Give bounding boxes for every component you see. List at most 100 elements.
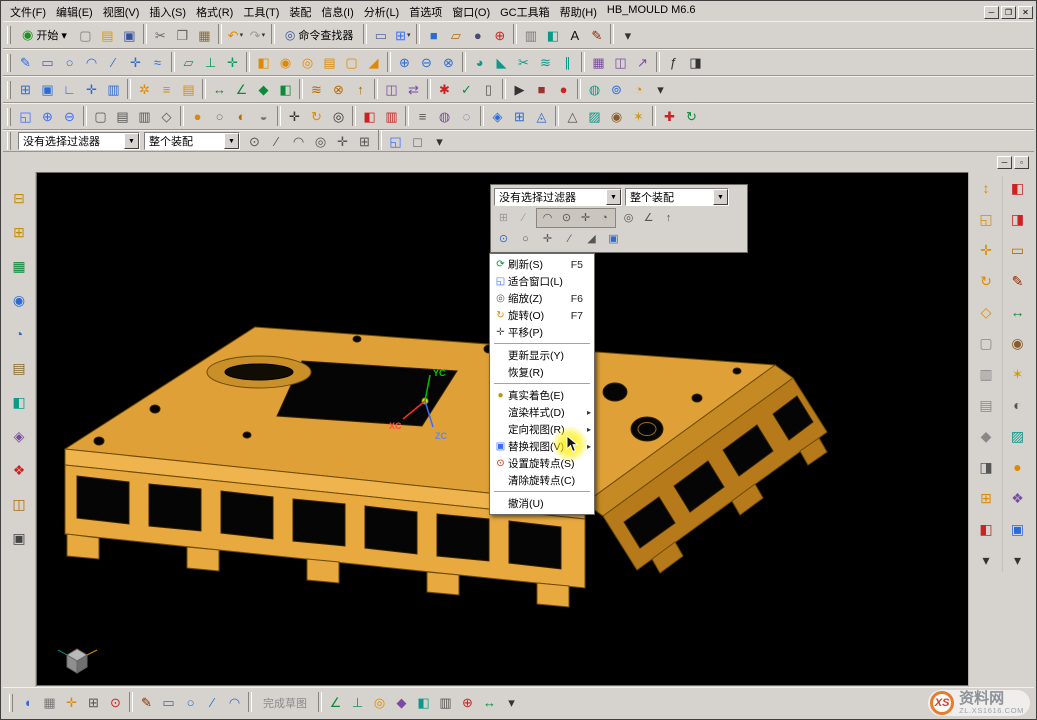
datum-axis-icon[interactable]: ⊥ bbox=[200, 52, 221, 74]
mirror-assembly-icon[interactable]: ◫ bbox=[381, 79, 402, 101]
section-analysis-icon[interactable]: ◧ bbox=[275, 79, 296, 101]
top-icon[interactable]: ▤ bbox=[973, 393, 999, 417]
snapshot-icon[interactable]: ◨ bbox=[973, 455, 999, 479]
zoom-in-out-icon[interactable]: ↕ bbox=[973, 176, 999, 200]
hd3d-tools-icon[interactable]: ◧ bbox=[6, 390, 32, 414]
enhance-icon[interactable]: ▨ bbox=[1005, 424, 1031, 448]
point-icon[interactable]: ✛ bbox=[125, 52, 146, 74]
pane-minimize-button[interactable]: ─ bbox=[997, 156, 1012, 169]
material-icon[interactable]: ◉ bbox=[606, 106, 627, 128]
layer-icon[interactable]: ▥ bbox=[520, 24, 541, 46]
grid-icon[interactable]: ▦ bbox=[39, 692, 60, 714]
show-hide-icon[interactable]: ◍ bbox=[434, 106, 455, 128]
refresh-icon[interactable]: ↻ bbox=[681, 106, 702, 128]
wcs-icon[interactable]: ✛ bbox=[61, 692, 82, 714]
menu-item[interactable]: 格式(R) bbox=[191, 2, 238, 22]
menu-item[interactable]: 插入(S) bbox=[144, 2, 191, 22]
isometric-icon[interactable]: ◆ bbox=[973, 424, 999, 448]
undo-icon[interactable]: ↶▾ bbox=[225, 24, 246, 46]
context-menu-item[interactable]: 渲染样式(D)▸ bbox=[491, 404, 593, 421]
hole-icon[interactable]: ◎ bbox=[297, 52, 318, 74]
command-finder-button[interactable]: ◎ 命令查找器 bbox=[278, 24, 360, 46]
context-menu-item[interactable]: ⊙设置旋转点(S) bbox=[491, 455, 593, 472]
mirror-icon[interactable]: ◫ bbox=[610, 52, 631, 74]
shaded-icon[interactable]: ● bbox=[187, 106, 208, 128]
circle2-tool-icon[interactable]: ◎ bbox=[369, 692, 390, 714]
more-views-icon[interactable]: ▾ bbox=[973, 548, 999, 572]
zoom-in-icon[interactable]: ⊕ bbox=[37, 106, 58, 128]
menu-item[interactable]: 首选项 bbox=[404, 2, 447, 22]
open-icon[interactable]: ▤ bbox=[97, 24, 118, 46]
snap-quadrant-icon[interactable]: ◔ bbox=[595, 209, 614, 227]
clock-icon[interactable]: ◔ bbox=[628, 79, 649, 101]
half-section-icon[interactable]: ◧ bbox=[413, 692, 434, 714]
chevron-down-icon[interactable]: ▼ bbox=[713, 189, 728, 205]
part-navigator-icon[interactable]: ▦ bbox=[6, 254, 32, 278]
add-component-icon[interactable]: ⊞ bbox=[15, 79, 36, 101]
internet-explorer-icon[interactable]: ◉ bbox=[6, 288, 32, 312]
target-icon[interactable]: ⊚ bbox=[606, 79, 627, 101]
deselect-icon[interactable]: ◻ bbox=[407, 130, 428, 152]
toolbar-options-icon[interactable]: ▾ bbox=[617, 24, 638, 46]
snap-center-icon[interactable]: ◎ bbox=[310, 130, 331, 152]
context-menu-item[interactable]: ↻旋转(O)F7 bbox=[491, 307, 593, 324]
pattern-component-icon[interactable]: ▥ bbox=[103, 79, 124, 101]
perspective-icon[interactable]: △ bbox=[562, 106, 583, 128]
chamfer-icon[interactable]: ◣ bbox=[491, 52, 512, 74]
panel-filter-dropdown[interactable]: 没有选择过滤器 ▼ bbox=[494, 188, 622, 206]
chevron-down-icon[interactable]: ▼ bbox=[224, 133, 239, 149]
menu-item[interactable]: 工具(T) bbox=[238, 2, 284, 22]
clip-section-icon[interactable]: ◧ bbox=[359, 106, 380, 128]
pattern-icon[interactable]: ▦ bbox=[588, 52, 609, 74]
studio-render-icon[interactable]: ◐ bbox=[231, 106, 252, 128]
circle-icon[interactable]: ○ bbox=[59, 52, 80, 74]
update-display-icon[interactable]: ✚ bbox=[659, 106, 680, 128]
effects-icon[interactable]: ❖ bbox=[1005, 486, 1031, 510]
toolbar-grip[interactable] bbox=[7, 26, 11, 44]
touch-mode-icon[interactable]: ▭ bbox=[370, 24, 391, 46]
minimize-button[interactable]: ─ bbox=[984, 6, 999, 19]
toolbar-grip[interactable] bbox=[7, 132, 11, 150]
close-button[interactable]: ✕ bbox=[1018, 6, 1033, 19]
triad-display-icon[interactable]: ◬ bbox=[531, 106, 552, 128]
iso-view-icon[interactable]: ◇ bbox=[156, 106, 177, 128]
top-view-icon[interactable]: ▤ bbox=[112, 106, 133, 128]
copy-icon[interactable]: ❐ bbox=[172, 24, 193, 46]
sew-icon[interactable]: ≋ bbox=[535, 52, 556, 74]
filter-icon[interactable]: ◍ bbox=[584, 79, 605, 101]
sheet-metal-app-icon[interactable]: ▱ bbox=[445, 24, 466, 46]
measure-angle-icon[interactable]: ∠ bbox=[231, 79, 252, 101]
snap-line-icon[interactable]: ∕ bbox=[514, 209, 533, 227]
maximize-button[interactable]: ❐ bbox=[1001, 6, 1016, 19]
menu-item[interactable]: 分析(L) bbox=[359, 2, 404, 22]
line-tool-icon[interactable]: ∕ bbox=[202, 692, 223, 714]
paste-icon[interactable]: ▦ bbox=[194, 24, 215, 46]
graphics-viewport[interactable]: YC XC ZC 没有选择过滤器 ▼ bbox=[36, 172, 969, 686]
context-menu-item[interactable]: 更新显示(Y) bbox=[491, 347, 593, 364]
shape-studio-app-icon[interactable]: ● bbox=[467, 24, 488, 46]
plus-method-icon[interactable]: ✛ bbox=[538, 230, 557, 248]
pane-float-button[interactable]: ▫ bbox=[1014, 156, 1029, 169]
context-menu-item[interactable]: ⟳刷新(S)F5 bbox=[491, 256, 593, 273]
more-snap-icon[interactable]: ▾ bbox=[429, 130, 450, 152]
grid-display-icon[interactable]: ⊞ bbox=[509, 106, 530, 128]
menu-item[interactable]: 帮助(H) bbox=[555, 2, 602, 22]
snap-point-icon[interactable]: ⊙ bbox=[244, 130, 265, 152]
save-icon[interactable]: ▣ bbox=[119, 24, 140, 46]
context-menu-item[interactable]: ◎缩放(Z)F6 bbox=[491, 290, 593, 307]
expression-icon[interactable]: ƒ bbox=[663, 52, 684, 74]
view-visual-icon[interactable]: ◧ bbox=[542, 24, 563, 46]
pan-icon[interactable]: ✛ bbox=[973, 238, 999, 262]
light-icon[interactable]: ✶ bbox=[628, 106, 649, 128]
snap-existing-icon[interactable]: ◎ bbox=[619, 209, 638, 227]
corner-method-icon[interactable]: ◢ bbox=[582, 230, 601, 248]
slash-method-icon[interactable]: ∕ bbox=[560, 230, 579, 248]
assembly-navigator-icon[interactable]: ⊟ bbox=[6, 186, 32, 210]
front-icon[interactable]: ▢ bbox=[973, 331, 999, 355]
measure-body-icon[interactable]: ◆ bbox=[253, 79, 274, 101]
csys-display-icon[interactable]: ◈ bbox=[487, 106, 508, 128]
roles-icon[interactable]: ◫ bbox=[6, 492, 32, 516]
layer-method-icon[interactable]: ▣ bbox=[604, 230, 623, 248]
sketch-icon[interactable]: ✎ bbox=[15, 52, 36, 74]
chevron-down-icon[interactable]: ▼ bbox=[124, 133, 139, 149]
